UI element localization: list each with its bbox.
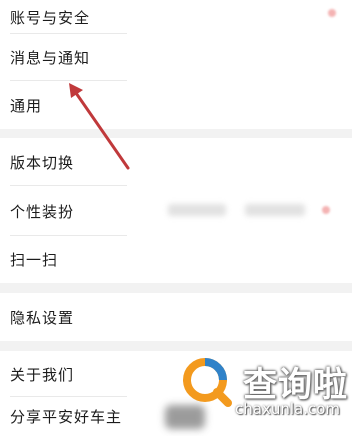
watermark-url: chaxunla.com bbox=[235, 400, 340, 418]
watermark: 查询啦 chaxunla.com bbox=[165, 345, 352, 436]
watermark-title: 查询啦 bbox=[243, 365, 348, 405]
magnifier-logo-icon bbox=[183, 358, 232, 407]
